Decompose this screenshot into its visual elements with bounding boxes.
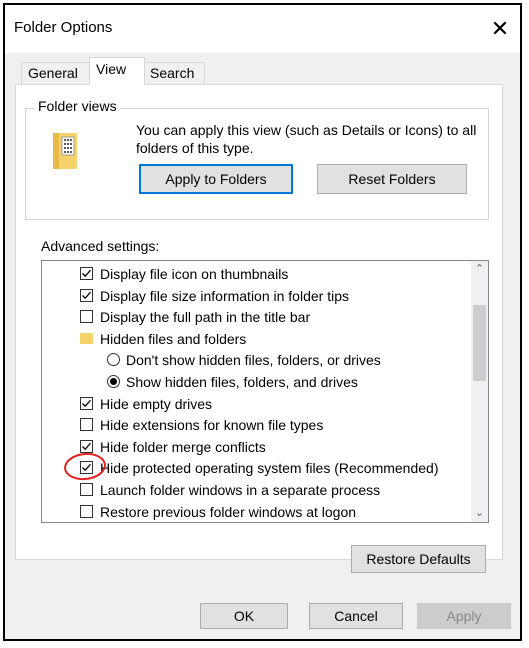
advanced-setting-row[interactable]: Hide protected operating system files (R… <box>42 457 462 479</box>
window-title: Folder Options <box>14 19 113 36</box>
checkbox-unchecked[interactable] <box>80 504 93 518</box>
tab-search-label: Search <box>150 65 195 81</box>
advanced-setting-row[interactable]: Hide extensions for known file types <box>42 414 462 436</box>
advanced-setting-row[interactable]: Restore previous folder windows at logon <box>42 501 462 522</box>
tab-view-label: View <box>96 61 127 77</box>
advanced-settings-scrollbar[interactable]: ⌃ ⌄ <box>471 261 488 522</box>
folder-views-legend: Folder views <box>35 98 120 114</box>
checkbox-unchecked[interactable] <box>80 310 93 324</box>
tab-general[interactable]: General <box>21 62 91 84</box>
advanced-setting-label: Hidden files and folders <box>100 330 247 347</box>
advanced-setting-label: Hide extensions for known file types <box>100 417 324 434</box>
tab-search[interactable]: Search <box>143 62 205 84</box>
checkbox-checked[interactable] <box>80 396 93 410</box>
scroll-up-icon[interactable]: ⌃ <box>471 261 488 278</box>
checkbox-unchecked[interactable] <box>80 483 93 496</box>
advanced-setting-row[interactable]: Display file size information in folder … <box>42 285 462 307</box>
advanced-setting-row[interactable]: Launch folder windows in a separate proc… <box>42 479 462 501</box>
checkbox-checked[interactable] <box>80 288 93 302</box>
advanced-setting-row[interactable]: Hidden files and folders <box>42 328 462 350</box>
advanced-setting-label: Hide folder merge conflicts <box>100 438 266 455</box>
apply-to-folders-button[interactable]: Apply to Folders <box>139 164 293 194</box>
tab-view[interactable]: View <box>89 57 145 85</box>
checkmark-icon <box>82 269 91 278</box>
advanced-setting-label: Hide protected operating system files (R… <box>100 460 439 477</box>
radio-dot-icon <box>110 378 117 385</box>
advanced-settings-list[interactable]: Display file icon on thumbnails Display f… <box>41 260 489 523</box>
cancel-button[interactable]: Cancel <box>309 603 403 629</box>
advanced-setting-label: Display file icon on thumbnails <box>100 266 289 282</box>
advanced-setting-label: Don't show hidden files, folders, or dri… <box>126 352 381 369</box>
radio-selected[interactable] <box>107 375 120 388</box>
advanced-setting-label: Show hidden files, folders, and drives <box>126 374 358 390</box>
advanced-setting-label: Hide empty drives <box>100 395 213 412</box>
radio-unselected[interactable] <box>107 353 120 367</box>
folder-view-icon <box>53 131 77 171</box>
close-icon[interactable]: ✕ <box>480 9 520 49</box>
advanced-setting-row[interactable]: Display the full path in the title bar <box>42 306 462 328</box>
tab-general-label: General <box>28 65 78 81</box>
advanced-setting-label: Launch folder windows in a separate proc… <box>100 482 381 498</box>
title-bar: Folder Options ✕ <box>5 5 520 53</box>
ok-button[interactable]: OK <box>200 603 288 629</box>
checkbox-checked[interactable] <box>80 439 93 453</box>
advanced-setting-row[interactable]: Show hidden files, folders, and drives <box>42 371 462 393</box>
checkmark-icon <box>82 399 91 407</box>
advanced-setting-row[interactable]: Hide empty drives <box>42 393 462 415</box>
advanced-setting-label: Restore previous folder windows at logon <box>100 503 357 520</box>
checkbox-checked[interactable] <box>80 461 93 475</box>
checkbox-checked[interactable] <box>80 267 93 280</box>
scroll-down-icon[interactable]: ⌄ <box>471 505 488 522</box>
scrollbar-thumb[interactable] <box>473 305 486 381</box>
restore-defaults-button[interactable]: Restore Defaults <box>351 545 486 573</box>
checkmark-icon <box>82 291 91 299</box>
folder-icon <box>80 332 93 344</box>
reset-folders-button[interactable]: Reset Folders <box>317 164 467 194</box>
advanced-settings-label: Advanced settings: <box>41 238 160 254</box>
checkbox-unchecked[interactable] <box>80 418 93 432</box>
advanced-setting-label: Display file size information in folder … <box>100 287 349 304</box>
advanced-setting-row[interactable]: Display file icon on thumbnails <box>42 263 462 285</box>
checkmark-icon <box>82 464 91 472</box>
advanced-setting-row[interactable]: Hide folder merge conflicts <box>42 436 462 458</box>
advanced-setting-label: Display the full path in the title bar <box>100 309 311 326</box>
folder-views-description: You can apply this view (such as Details… <box>136 122 477 156</box>
apply-button[interactable]: Apply <box>417 603 511 629</box>
checkmark-icon <box>82 442 91 450</box>
advanced-setting-row[interactable]: Don't show hidden files, folders, or dri… <box>42 349 462 371</box>
